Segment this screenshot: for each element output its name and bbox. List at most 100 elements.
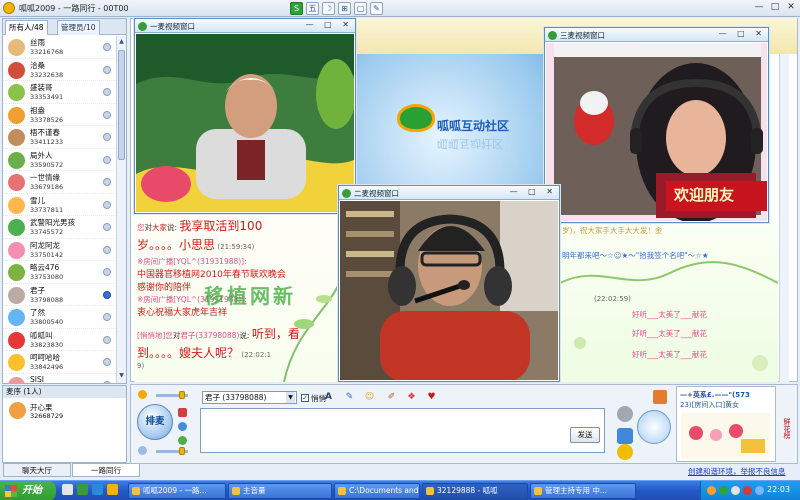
list-item[interactable]: 阿龙阿龙 33750142 xyxy=(3,239,116,261)
video-window-1[interactable]: 一麦视频窗口 — □ ✕ xyxy=(134,18,356,214)
edit-icon[interactable]: ✎ xyxy=(370,2,383,15)
status-icon xyxy=(103,245,111,254)
windows-logo-icon xyxy=(5,485,17,497)
camera-icon[interactable] xyxy=(178,422,187,431)
taskbar-item[interactable]: 呱呱2009 - 一路... xyxy=(128,483,226,499)
gift-icon[interactable]: ❖ xyxy=(405,391,418,404)
list-item[interactable]: 盛装哥 33353491 xyxy=(3,81,116,104)
scroll-thumb[interactable] xyxy=(118,50,125,160)
broadcast-header: ※房间广播[YQL^(31931988)]: xyxy=(137,257,247,266)
settings-icon[interactable] xyxy=(178,436,187,445)
skin-icon[interactable]: S xyxy=(290,2,303,15)
tab-chat-hall[interactable]: 聊天大厅 xyxy=(3,463,71,477)
gear-icon[interactable] xyxy=(617,406,633,422)
tray-icon[interactable] xyxy=(719,486,728,495)
list-item[interactable]: 略云476 33753080 xyxy=(3,261,116,284)
recipient-select[interactable]: 君子 (33798088) ▼ xyxy=(202,391,297,404)
list-item[interactable]: 呱呱叫 33823830 xyxy=(3,329,116,351)
heart-icon[interactable]: ♥ xyxy=(425,391,438,404)
brush-icon[interactable]: ✐ xyxy=(385,391,398,404)
taskbar-item[interactable]: 管理主持专用 中... xyxy=(530,483,636,499)
video-titlebar[interactable]: 一麦视频窗口 — □ ✕ xyxy=(135,19,355,33)
video-titlebar[interactable]: 二麦视频窗口 — □ ✕ xyxy=(339,186,559,200)
avatar xyxy=(8,174,25,191)
video-title: 二麦视频窗口 xyxy=(354,189,399,198)
tray-icon[interactable] xyxy=(731,486,740,495)
scroll-down-icon[interactable]: ▼ xyxy=(118,372,125,380)
tab-admins[interactable]: 管理员/10 xyxy=(57,20,100,35)
shop-icon[interactable] xyxy=(637,410,671,444)
scroll-up-icon[interactable]: ▲ xyxy=(118,38,125,46)
mic-volume-knob[interactable] xyxy=(179,391,185,399)
video-window-buttons[interactable]: — □ ✕ xyxy=(510,187,557,196)
status-icon xyxy=(103,65,111,74)
room-scrollbar[interactable] xyxy=(779,54,789,382)
chat-self: 您 xyxy=(165,331,173,340)
user-list-scrollbar[interactable]: ▲ ▼ xyxy=(116,36,126,383)
video-window-buttons[interactable]: — □ ✕ xyxy=(719,29,766,38)
taskbar-item[interactable]: 32129888 - 呱呱 xyxy=(422,483,528,499)
tab-all-users[interactable]: 所有人/48 xyxy=(5,20,48,35)
flower-board-tab[interactable]: 鲜花榜 xyxy=(778,400,792,456)
status-icon xyxy=(103,223,111,231)
emoji-icon[interactable]: ☺ xyxy=(363,391,376,404)
user-name: 一世情缘 xyxy=(30,173,60,182)
whisper-checkbox[interactable]: ✓ xyxy=(301,394,309,402)
grid-icon[interactable]: ⊞ xyxy=(338,2,351,15)
list-item[interactable]: 武警阳光男孩 33745572 xyxy=(3,216,116,239)
report-link[interactable]: 创建和谐环境，举报不良信息 xyxy=(688,466,786,477)
list-item[interactable]: 祖盎 33378526 xyxy=(3,104,116,126)
chat-message: 岁。。。。小思思 xyxy=(137,238,216,252)
message-input[interactable] xyxy=(200,408,605,453)
tray-icon[interactable] xyxy=(755,486,764,495)
mic-icon[interactable] xyxy=(138,390,147,399)
video-titlebar[interactable]: 三麦视频窗口 — □ ✕ xyxy=(545,28,768,42)
close-button[interactable]: ✕ xyxy=(785,2,797,14)
user-id: 33753080 xyxy=(30,273,64,281)
app-shortcut-icon[interactable] xyxy=(77,484,88,495)
list-item[interactable]: 丝雨 33216768 xyxy=(3,36,116,59)
list-item[interactable]: 了然 33800540 xyxy=(3,306,116,329)
list-item[interactable]: 雪儿 33737811 xyxy=(3,194,116,216)
browser-icon[interactable] xyxy=(92,484,103,495)
minimize-button[interactable]: — xyxy=(753,2,765,14)
user-tabs: 所有人/48 管理员/10 xyxy=(3,19,126,35)
avatar xyxy=(8,376,25,383)
list-item[interactable]: 君子 33798088 xyxy=(3,284,116,306)
user-name: 呵呵哈哈 xyxy=(30,353,60,362)
list-item[interactable]: 呵呵哈哈 33842496 xyxy=(3,351,116,374)
album-icon[interactable] xyxy=(653,390,667,404)
desktop-icon[interactable] xyxy=(62,484,73,495)
taskbar-item[interactable]: 主音量 xyxy=(228,483,332,499)
chevron-down-icon[interactable]: ▼ xyxy=(286,392,295,403)
request-mic-button[interactable]: 排麦 xyxy=(137,404,173,440)
font-icon[interactable]: A xyxy=(322,391,335,404)
star-icon[interactable] xyxy=(617,444,633,460)
list-item[interactable]: SISI33844214 xyxy=(3,374,116,383)
list-item[interactable]: 一世情缘 33679186 xyxy=(3,171,116,194)
send-button[interactable]: 发送 xyxy=(570,427,600,443)
maximize-button[interactable]: □ xyxy=(769,2,781,14)
video-window-3[interactable]: 三麦视频窗口 — □ ✕ 欢迎朋友 xyxy=(544,27,769,223)
list-item[interactable]: 梧不谨春 33411233 xyxy=(3,126,116,149)
moon-icon[interactable]: ☽ xyxy=(322,2,335,15)
text-style-icon[interactable]: 五 xyxy=(306,2,319,15)
video-window-buttons[interactable]: — □ ✕ xyxy=(306,20,353,29)
record-icon[interactable] xyxy=(178,408,187,417)
color-pen-icon[interactable]: ✎ xyxy=(343,391,356,404)
list-item[interactable]: 洽桑 33232638 xyxy=(3,59,116,81)
taskbar-item[interactable]: C:\Documents and... xyxy=(334,483,420,499)
tray-icon[interactable] xyxy=(743,486,752,495)
tab-room[interactable]: 一路同行 xyxy=(72,463,140,477)
chat-message: 我享取活到100 xyxy=(179,219,263,233)
window-icon[interactable]: ▢ xyxy=(354,2,367,15)
speaker-volume-knob[interactable] xyxy=(179,447,185,455)
video-window-2[interactable]: 二麦视频窗口 — □ ✕ xyxy=(338,185,560,382)
avatar xyxy=(8,106,25,124)
banner-logo-icon xyxy=(397,104,435,132)
speaker-icon[interactable] xyxy=(138,446,147,455)
list-item[interactable]: 局外人 33590572 xyxy=(3,149,116,171)
folder-icon[interactable] xyxy=(107,484,118,495)
user-card-icon[interactable] xyxy=(617,428,633,444)
tray-icon[interactable] xyxy=(707,486,716,495)
